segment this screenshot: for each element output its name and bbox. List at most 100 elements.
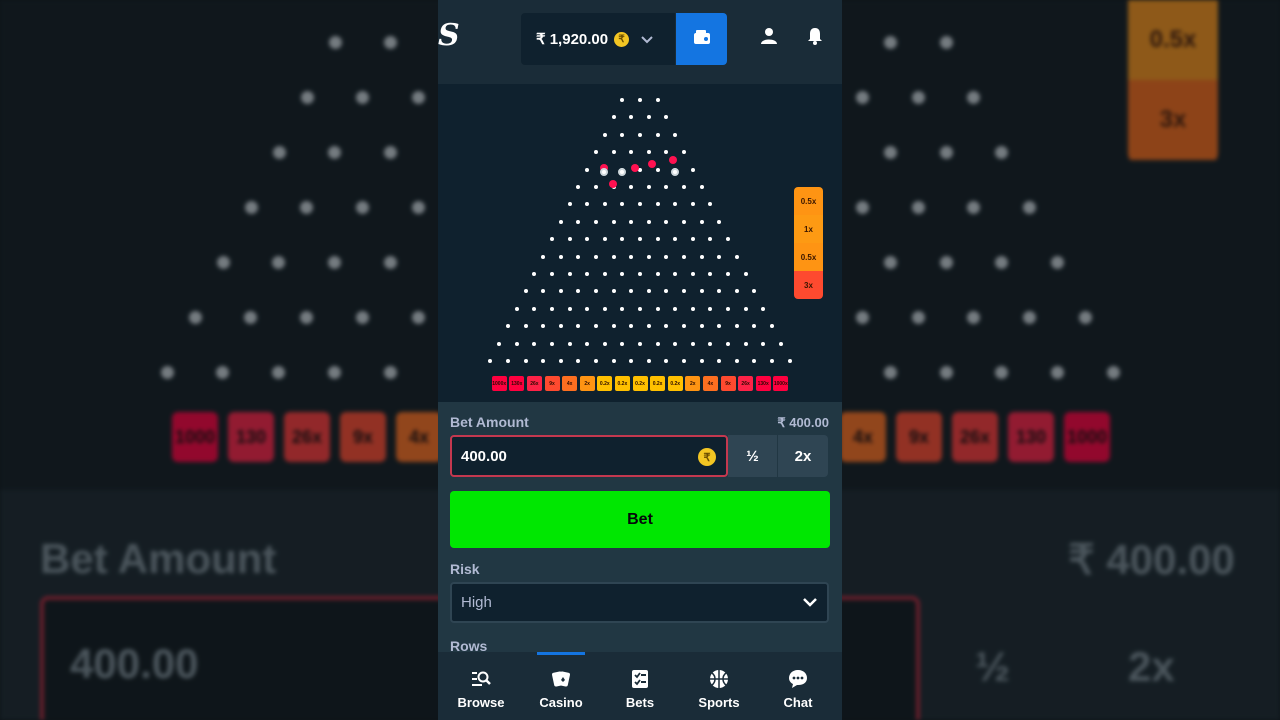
peg <box>734 324 739 329</box>
peg <box>550 237 554 242</box>
bet-amount-label: Bet Amount <box>450 414 529 430</box>
peg <box>620 202 625 207</box>
peg <box>664 185 669 189</box>
chevron-down-icon <box>641 32 653 47</box>
backdrop-peg <box>356 311 369 324</box>
notifications-button[interactable] <box>805 27 825 50</box>
backdrop-peg <box>384 146 397 159</box>
peg <box>629 254 634 259</box>
peg <box>576 185 581 189</box>
peg <box>541 359 546 363</box>
backdrop-peg <box>940 366 953 379</box>
nav-bets[interactable]: Bets <box>600 652 680 720</box>
peg <box>506 324 510 329</box>
peg <box>646 324 651 329</box>
backdrop-peg <box>300 311 313 324</box>
peg <box>682 254 686 259</box>
balance-selector[interactable]: ₹ 1,920.00 ₹ <box>521 13 675 65</box>
peg <box>576 219 581 224</box>
bell-icon <box>807 27 823 50</box>
peg <box>594 359 598 363</box>
recent-result: 1x <box>794 215 823 243</box>
peg <box>550 272 554 276</box>
bet-button[interactable]: Bet <box>450 491 830 548</box>
nav-browse[interactable]: Browse <box>441 652 521 720</box>
backdrop-slot: 4x <box>840 412 886 462</box>
backdrop-slot: 26x <box>284 412 330 462</box>
backdrop-peg <box>995 146 1008 159</box>
peg <box>655 272 660 276</box>
bet-amount-display: ₹ 400.00 <box>777 415 829 430</box>
backdrop-bet-display: ₹ 400.00 <box>1068 536 1235 583</box>
backdrop-slot: 130 <box>228 412 274 462</box>
peg <box>717 359 722 363</box>
half-bet-button[interactable]: ½ <box>728 435 777 477</box>
backdrop-peg <box>967 91 980 104</box>
peg <box>717 289 722 294</box>
double-bet-button[interactable]: 2x <box>778 435 828 477</box>
multiplier-slot: 130x <box>755 376 771 391</box>
peg <box>629 359 634 363</box>
nav-casino[interactable]: Casino <box>521 652 601 720</box>
peg <box>726 306 730 311</box>
peg <box>629 185 634 189</box>
peg <box>629 324 634 329</box>
risk-select[interactable]: High <box>450 582 829 623</box>
bet-amount-value: 400.00 <box>461 447 507 465</box>
peg <box>664 150 669 155</box>
backdrop-peg <box>273 146 286 159</box>
multiplier-slot: 9x <box>544 376 560 391</box>
recent-result: 0.5x <box>794 243 823 271</box>
chat-icon <box>788 669 808 689</box>
peg <box>761 306 766 311</box>
logo[interactable]: S <box>438 18 460 53</box>
multiplier-slot: 2x <box>685 376 701 391</box>
backdrop-peg <box>412 201 425 214</box>
peg <box>620 272 625 276</box>
peg <box>646 359 651 363</box>
peg <box>594 219 598 224</box>
peg <box>567 237 572 242</box>
peg <box>717 219 722 224</box>
peg <box>655 237 660 242</box>
multiplier-slot: 1000x <box>773 376 789 391</box>
profile-button[interactable] <box>759 27 779 48</box>
peg <box>611 359 616 363</box>
peg <box>638 202 642 207</box>
backdrop-peg <box>301 91 314 104</box>
peg <box>664 359 669 363</box>
nav-sports[interactable]: Sports <box>679 652 759 720</box>
peg <box>514 341 519 346</box>
backdrop-peg <box>967 201 980 214</box>
peg <box>752 359 757 363</box>
wallet-button[interactable] <box>676 13 727 65</box>
nav-label: Browse <box>457 695 505 710</box>
peg <box>708 237 713 242</box>
peg <box>611 324 616 329</box>
backdrop-peg <box>1051 366 1064 379</box>
peg <box>506 359 510 363</box>
peg <box>558 324 563 329</box>
backdrop-peg <box>412 91 425 104</box>
peg <box>585 306 590 311</box>
nav-chat[interactable]: Chat <box>758 652 838 720</box>
backdrop-slot: 9x <box>340 412 386 462</box>
peg <box>646 289 651 294</box>
recent-result: 3x <box>794 271 823 299</box>
bet-controls: Bet Amount ₹ 400.00 400.00 ₹ ½ 2x Bet Ri… <box>438 402 842 654</box>
peg <box>638 237 642 242</box>
peg <box>523 289 528 294</box>
backdrop-peg <box>856 201 869 214</box>
plinko-ball <box>609 180 617 188</box>
bet-amount-input[interactable]: 400.00 ₹ <box>450 435 728 477</box>
backdrop-peg <box>967 311 980 324</box>
backdrop-peg <box>356 201 369 214</box>
peg <box>638 132 642 137</box>
peg <box>550 341 554 346</box>
peg <box>726 272 730 276</box>
peg <box>690 237 695 242</box>
peg <box>602 341 607 346</box>
peg <box>726 341 730 346</box>
balance-amount: ₹ 1,920.00 <box>536 31 609 48</box>
sports-icon <box>709 669 729 689</box>
